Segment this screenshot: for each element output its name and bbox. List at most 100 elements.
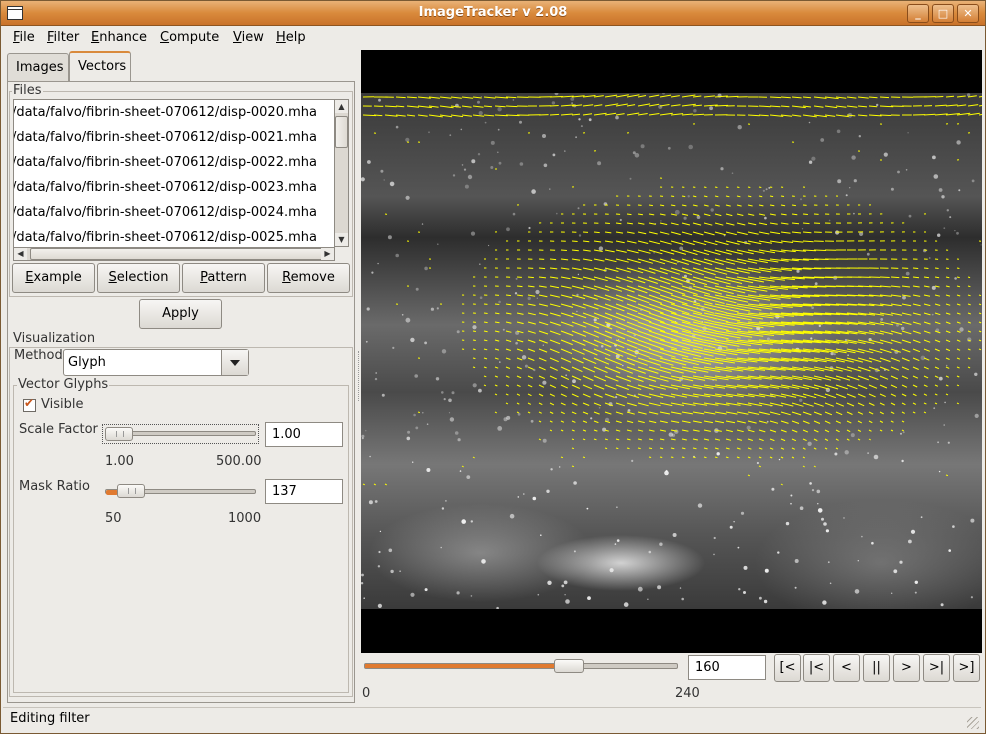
list-item[interactable]: o/data/falvo/fibrin-sheet-070612/disp-00… (14, 125, 317, 150)
scale-factor-field[interactable]: 1.00 (265, 422, 343, 447)
vector-glyph (648, 456, 652, 458)
maximize-button[interactable]: □ (932, 4, 954, 23)
speckle (573, 481, 577, 485)
vector-glyph (670, 204, 676, 207)
vector-glyph (780, 420, 789, 424)
mask-ratio-field[interactable]: 137 (265, 479, 343, 504)
vector-glyph (648, 348, 676, 358)
speckle (456, 330, 460, 334)
speckle (883, 152, 888, 157)
speckle (537, 593, 540, 596)
speckle (374, 377, 378, 381)
vector-glyph (681, 213, 689, 216)
first-frame-button[interactable]: [< (774, 654, 801, 682)
vector-glyph (637, 429, 644, 432)
vector-glyph (934, 384, 939, 387)
vector-glyph (571, 240, 578, 242)
list-item[interactable]: o/data/falvo/fibrin-sheet-070612/disp-00… (14, 200, 317, 225)
speckle (845, 194, 848, 197)
speckle (577, 273, 580, 276)
tab-vectors[interactable]: Vectors (69, 51, 131, 82)
vector-glyph (780, 483, 783, 486)
example-button[interactable]: Example (12, 263, 95, 293)
chevron-down-icon[interactable] (221, 350, 248, 375)
frame-slider-thumb[interactable] (554, 659, 584, 673)
close-button[interactable]: ✕ (957, 4, 979, 23)
vector-glyph (692, 429, 700, 432)
speckle (415, 426, 419, 430)
start-button[interactable]: |< (803, 654, 830, 682)
menu-compute[interactable]: Compute (160, 30, 219, 45)
apply-button[interactable]: Apply (139, 299, 222, 329)
list-item[interactable]: o/data/falvo/fibrin-sheet-070612/disp-00… (14, 150, 317, 175)
pause-button[interactable]: || (863, 654, 890, 682)
title-bar[interactable]: ImageTracker v 2.08 _ □ ✕ (1, 1, 985, 26)
vector-glyph (780, 447, 785, 450)
vector-glyph (505, 393, 509, 396)
scroll-thumb[interactable] (30, 248, 326, 260)
scroll-left-icon[interactable]: ◀ (14, 248, 27, 260)
speckle (825, 529, 829, 533)
speckle (437, 243, 439, 245)
vector-glyph (604, 393, 615, 398)
vector-glyph (923, 113, 936, 116)
speckle (497, 107, 502, 112)
scale-factor-slider-thumb[interactable] (105, 427, 133, 441)
vector-glyph (626, 402, 637, 407)
menu-help[interactable]: Help (276, 30, 306, 45)
vector-glyph (692, 231, 704, 236)
end-button[interactable]: >| (923, 654, 950, 682)
vector-glyph (626, 276, 646, 284)
vector-glyph (703, 420, 713, 424)
menu-filter[interactable]: Filter (47, 30, 79, 45)
minimize-button[interactable]: _ (907, 4, 929, 23)
mask-ratio-slider-thumb[interactable] (117, 484, 145, 498)
scroll-up-icon[interactable]: ▲ (335, 100, 348, 113)
vector-glyph (560, 285, 572, 289)
scroll-right-icon[interactable]: ▶ (321, 248, 334, 260)
file-list[interactable]: o/data/falvo/fibrin-sheet-070612/disp-00… (13, 99, 335, 249)
remove-button[interactable]: Remove (267, 263, 350, 293)
menu-view[interactable]: View (233, 30, 264, 45)
resize-grip-icon[interactable] (967, 717, 979, 729)
pane-divider-handle[interactable] (358, 351, 360, 401)
list-item[interactable]: o/data/falvo/fibrin-sheet-070612/disp-00… (14, 175, 317, 200)
frame-field[interactable]: 160 (688, 655, 766, 680)
file-list-horizontal-scrollbar[interactable]: ◀ ▶ (13, 247, 335, 261)
menu-enhance[interactable]: Enhance (91, 30, 147, 45)
speckle (759, 596, 762, 600)
speckle (967, 337, 972, 342)
vector-glyph (835, 402, 845, 407)
image-viewer[interactable] (361, 50, 982, 653)
selection-button[interactable]: Selection (97, 263, 180, 293)
previous-frame-button[interactable]: < (833, 654, 860, 682)
vector-glyph (945, 366, 950, 369)
vector-glyph (494, 357, 499, 360)
scroll-down-icon[interactable]: ▼ (335, 233, 348, 246)
vector-glyph (802, 411, 812, 416)
last-frame-button[interactable]: >] (953, 654, 980, 682)
visible-checkbox[interactable] (23, 396, 36, 412)
file-list-vertical-scrollbar[interactable]: ▲ ▼ (334, 99, 349, 247)
vector-glyph (967, 104, 979, 107)
method-select[interactable]: Glyph (63, 349, 249, 376)
pattern-button[interactable]: Pattern (182, 263, 265, 293)
vector-glyph (967, 321, 971, 324)
vector-glyph (934, 339, 941, 343)
vector-glyph (615, 258, 629, 263)
list-item[interactable]: o/data/falvo/fibrin-sheet-070612/disp-00… (14, 100, 317, 125)
next-frame-button[interactable]: > (893, 654, 920, 682)
list-item[interactable]: o/data/falvo/fibrin-sheet-070612/disp-00… (14, 225, 317, 248)
speckle (615, 115, 619, 120)
menu-file[interactable]: File (13, 30, 35, 45)
vector-glyph (934, 267, 939, 269)
speckle (471, 159, 476, 164)
speckle (617, 339, 620, 341)
tab-images[interactable]: Images (7, 53, 69, 81)
vector-glyph (923, 312, 931, 316)
scroll-thumb[interactable] (335, 116, 348, 148)
vector-glyph (648, 402, 661, 407)
vector-glyph (736, 429, 744, 433)
vector-glyph (791, 429, 798, 433)
speckle (479, 296, 483, 299)
